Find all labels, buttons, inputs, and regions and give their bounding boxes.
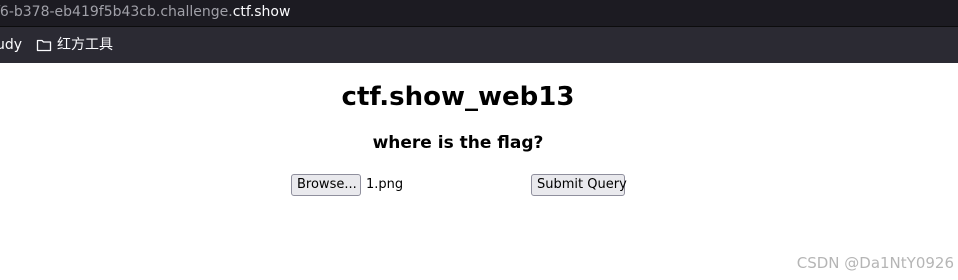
bookmark-folder-red-tools[interactable]: 红方工具 [36, 27, 113, 63]
page-content: ctf.show_web13 where is the flag? Browse… [0, 63, 958, 280]
bookmarks-toolbar: udy 红方工具 [0, 27, 958, 63]
watermark: CSDN @Da1NtY0926 [796, 254, 954, 272]
page-subtitle: where is the flag? [372, 133, 544, 153]
selected-file-name: 1.png [366, 177, 404, 192]
submit-button[interactable]: Submit Query [531, 174, 627, 196]
folder-icon [36, 38, 57, 52]
bookmark-study[interactable]: udy [0, 27, 22, 63]
url-prefix: f6-b378-eb419f5b43cb.challenge. [0, 4, 233, 20]
address-bar[interactable]: f6-b378-eb419f5b43cb.challenge.ctf.show [0, 0, 958, 26]
url-text[interactable]: f6-b378-eb419f5b43cb.challenge.ctf.show [0, 0, 290, 24]
browse-button[interactable]: Browse... [291, 174, 361, 196]
upload-form: Browse... 1.png Submit Query [291, 174, 631, 198]
bookmark-label: 红方工具 [57, 37, 113, 53]
url-domain: ctf.show [232, 4, 291, 20]
page-title: ctf.show_web13 [341, 82, 575, 112]
bookmark-label: udy [0, 37, 23, 53]
